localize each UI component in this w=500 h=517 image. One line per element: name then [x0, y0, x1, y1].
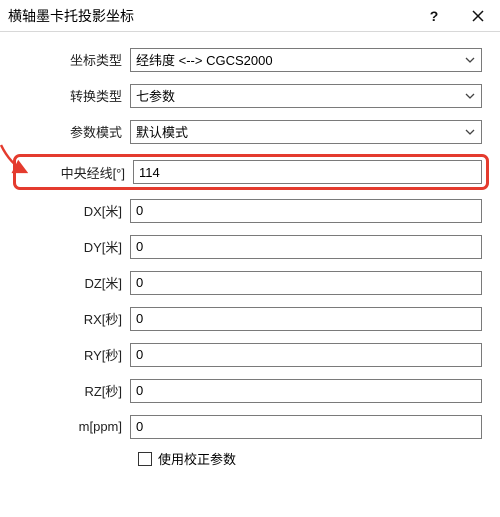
dialog-window: 横轴墨卡托投影坐标 ? 坐标类型 经纬度 <--> CGCS2000 转换	[0, 0, 500, 517]
field-coord-type: 经纬度 <--> CGCS2000	[130, 48, 482, 72]
row-central-meridian: 中央经线[°]	[13, 154, 489, 190]
dx-input[interactable]	[130, 199, 482, 223]
rz-input[interactable]	[130, 379, 482, 403]
label-dz: DZ[米]	[18, 273, 130, 292]
row-trans-type: 转换类型 七参数	[18, 82, 482, 109]
central-meridian-input[interactable]	[133, 160, 482, 184]
field-central-meridian	[133, 160, 482, 184]
row-use-correction: 使用校正参数	[138, 449, 482, 468]
row-rx: RX[秒]	[18, 305, 482, 332]
param-mode-value: 默认模式	[136, 122, 188, 141]
label-param-mode: 参数模式	[18, 122, 130, 141]
param-mode-select[interactable]: 默认模式	[130, 120, 482, 144]
dy-input[interactable]	[130, 235, 482, 259]
label-dy: DY[米]	[18, 237, 130, 256]
use-correction-label: 使用校正参数	[158, 449, 236, 468]
row-rz: RZ[秒]	[18, 377, 482, 404]
field-param-mode: 默认模式	[130, 120, 482, 144]
label-coord-type: 坐标类型	[18, 50, 130, 69]
row-dy: DY[米]	[18, 233, 482, 260]
coord-type-value: 经纬度 <--> CGCS2000	[136, 50, 273, 69]
chevron-down-icon	[465, 129, 475, 135]
chevron-down-icon	[465, 57, 475, 63]
ry-input[interactable]	[130, 343, 482, 367]
row-dx: DX[米]	[18, 197, 482, 224]
dz-input[interactable]	[130, 271, 482, 295]
label-central-meridian: 中央经线[°]	[18, 163, 133, 182]
label-trans-type: 转换类型	[18, 86, 130, 105]
help-button[interactable]: ?	[412, 0, 456, 32]
close-button[interactable]	[456, 0, 500, 32]
trans-type-select[interactable]: 七参数	[130, 84, 482, 108]
window-title: 横轴墨卡托投影坐标	[0, 6, 412, 26]
coord-type-select[interactable]: 经纬度 <--> CGCS2000	[130, 48, 482, 72]
row-m: m[ppm]	[18, 413, 482, 440]
field-trans-type: 七参数	[130, 84, 482, 108]
rx-input[interactable]	[130, 307, 482, 331]
close-icon	[472, 10, 484, 22]
label-ry: RY[秒]	[18, 345, 130, 364]
label-dx: DX[米]	[18, 201, 130, 220]
titlebar: 横轴墨卡托投影坐标 ?	[0, 0, 500, 32]
row-dz: DZ[米]	[18, 269, 482, 296]
row-param-mode: 参数模式 默认模式	[18, 118, 482, 145]
label-rz: RZ[秒]	[18, 381, 130, 400]
label-rx: RX[秒]	[18, 309, 130, 328]
label-m: m[ppm]	[18, 419, 130, 434]
form-content: 坐标类型 经纬度 <--> CGCS2000 转换类型 七参数 参数模式	[0, 32, 500, 468]
chevron-down-icon	[465, 93, 475, 99]
m-input[interactable]	[130, 415, 482, 439]
trans-type-value: 七参数	[136, 86, 175, 105]
use-correction-checkbox[interactable]	[138, 452, 152, 466]
row-coord-type: 坐标类型 经纬度 <--> CGCS2000	[18, 46, 482, 73]
row-ry: RY[秒]	[18, 341, 482, 368]
